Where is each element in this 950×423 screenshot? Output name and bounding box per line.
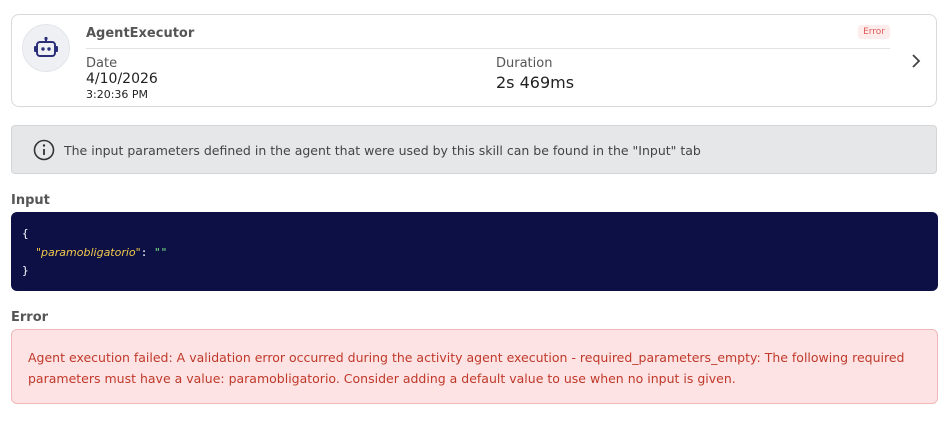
time-value: 3:20:36 PM bbox=[86, 88, 149, 101]
info-text: The input parameters defined in the agen… bbox=[64, 143, 701, 158]
code-line-param: "paramobligatorio": "" bbox=[36, 246, 167, 259]
date-value: 4/10/2026 bbox=[86, 71, 158, 87]
code-close-brace: } bbox=[22, 264, 29, 277]
input-code-block: { "paramobligatorio": "" } bbox=[11, 212, 938, 291]
info-icon bbox=[33, 139, 55, 161]
code-colon: : bbox=[140, 246, 148, 259]
code-key: "paramobligatorio" bbox=[36, 246, 141, 259]
duration-label: Duration bbox=[496, 56, 553, 71]
date-label: Date bbox=[86, 56, 118, 71]
divider bbox=[86, 48, 890, 49]
code-open-brace: { bbox=[22, 227, 29, 240]
status-badge: Error bbox=[858, 25, 890, 39]
code-value: "" bbox=[153, 246, 168, 259]
agent-avatar bbox=[22, 24, 70, 72]
error-section-label: Error bbox=[11, 310, 49, 325]
info-banner: The input parameters defined in the agen… bbox=[11, 125, 937, 174]
chevron-right-icon[interactable] bbox=[909, 52, 923, 70]
error-message: Agent execution failed: A validation err… bbox=[28, 350, 905, 386]
duration-value: 2s 469ms bbox=[496, 73, 575, 92]
error-message-box: Agent execution failed: A validation err… bbox=[11, 329, 938, 404]
robot-icon bbox=[34, 36, 58, 57]
execution-summary-card[interactable]: AgentExecutor Error Date 4/10/2026 3:20:… bbox=[11, 14, 937, 107]
agent-name: AgentExecutor bbox=[86, 26, 195, 41]
input-section-label: Input bbox=[11, 193, 50, 208]
